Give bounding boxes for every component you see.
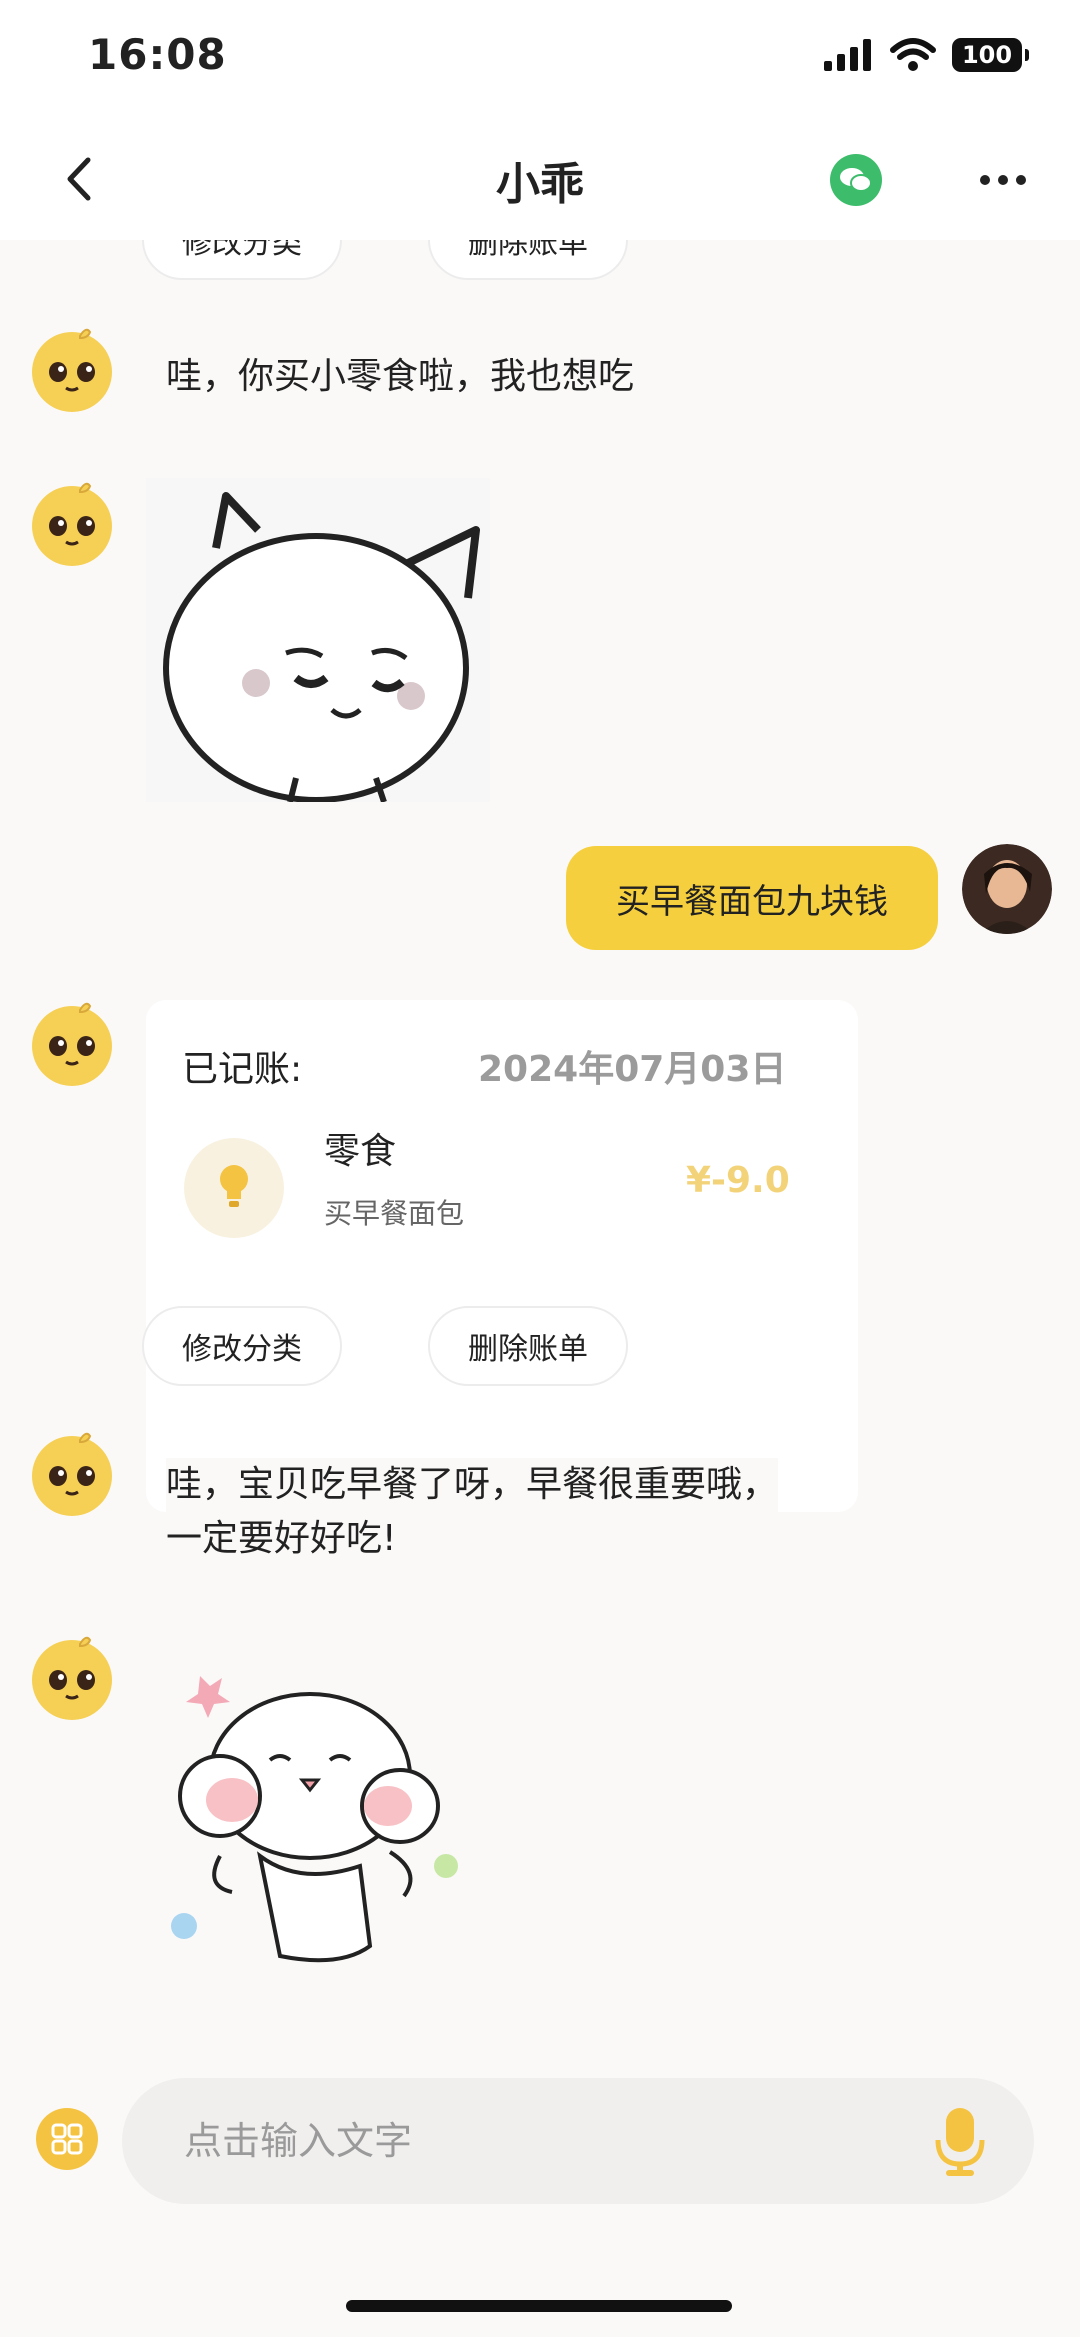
user-message[interactable]: 买早餐面包九块钱	[566, 846, 938, 950]
user-avatar[interactable]	[962, 844, 1052, 934]
record-date: 2024年07月03日	[478, 1049, 787, 1090]
bot-message: 哇，你买小零食啦，我也想吃	[166, 350, 635, 404]
page-title: 小乖	[496, 159, 584, 210]
delete-bill-label: 删除账单	[468, 1332, 588, 1367]
user-message-text: 买早餐面包九块钱	[616, 881, 888, 922]
delete-bill-button[interactable]: 删除账单	[428, 1306, 628, 1386]
bot-avatar[interactable]	[28, 1428, 116, 1516]
delete-bill-button[interactable]: 删除账单	[428, 240, 628, 280]
chat-header: 小乖	[0, 118, 1080, 240]
bot-message: 哇，宝贝吃早餐了呀，早餐很重要哦， 一定要好好吃!	[166, 1458, 779, 1566]
record-amount: ¥-9.0	[686, 1160, 790, 1201]
bot-avatar[interactable]	[28, 1632, 116, 1720]
status-bar: 16:08 100	[0, 0, 1080, 118]
status-time: 16:08	[88, 30, 227, 79]
bot-avatar[interactable]	[28, 998, 116, 1086]
message-input[interactable]	[122, 2078, 1034, 2204]
lightbulb-icon	[220, 1165, 248, 1207]
edit-category-label: 修改分类	[182, 240, 302, 261]
more-icon[interactable]	[978, 170, 1028, 190]
wechat-icon[interactable]	[830, 154, 882, 206]
cat-sticker[interactable]	[146, 478, 490, 802]
chat-area[interactable]: 修改分类 删除账单 哇，你买小零食啦，我也想吃 买早餐面包九块钱 已记账: 20…	[0, 240, 1080, 2030]
edit-category-button[interactable]: 修改分类	[142, 240, 342, 280]
category-icon-badge	[184, 1138, 284, 1238]
apps-button[interactable]	[36, 2108, 98, 2170]
battery-level: 100	[961, 41, 1013, 69]
bot-avatar[interactable]	[28, 324, 116, 412]
record-category: 零食	[324, 1131, 397, 1172]
bot-message-line: 哇，宝贝吃早餐了呀，早餐很重要哦，	[166, 1464, 779, 1505]
record-label: 已记账:	[182, 1049, 303, 1090]
edit-category-label: 修改分类	[182, 1332, 302, 1367]
home-indicator	[346, 2300, 732, 2312]
wifi-icon	[890, 38, 936, 71]
wechat-glyph	[840, 168, 872, 192]
bunny-sticker[interactable]	[160, 1656, 480, 1986]
status-icons: 100	[824, 38, 1029, 72]
mic-icon[interactable]	[932, 2104, 988, 2178]
delete-bill-label: 删除账单	[468, 240, 588, 261]
bot-avatar[interactable]	[28, 478, 116, 566]
bot-message-line: 一定要好好吃!	[166, 1518, 397, 1559]
signal-icon	[824, 39, 871, 71]
edit-category-button[interactable]: 修改分类	[142, 1306, 342, 1386]
bill-record-card[interactable]: 已记账: 2024年07月03日 零食 买早餐面包 ¥-9.0	[146, 1000, 858, 1512]
battery-indicator: 100	[952, 38, 1029, 72]
input-bar	[0, 2030, 1080, 2337]
record-note: 买早餐面包	[324, 1197, 465, 1230]
apps-icon	[51, 2123, 83, 2155]
